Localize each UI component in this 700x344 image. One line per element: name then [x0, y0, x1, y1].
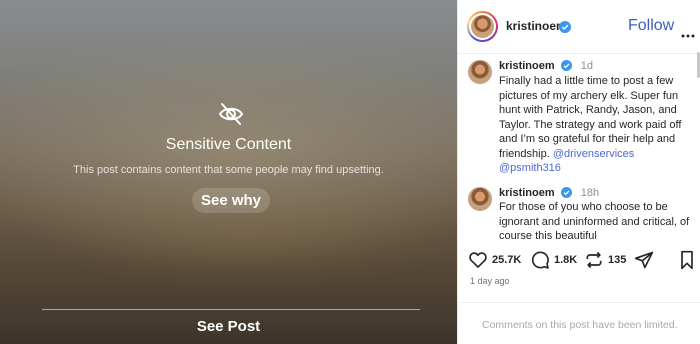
- mention-link[interactable]: @psmith316: [499, 162, 561, 174]
- caption-text: Finally had a little time to post a few …: [499, 74, 695, 176]
- heart-icon: [468, 250, 488, 270]
- eye-slash-icon: [217, 100, 245, 128]
- repost-icon: [584, 250, 604, 270]
- see-why-button[interactable]: See why: [192, 188, 270, 213]
- comment-button[interactable]: 1.8K: [530, 250, 577, 270]
- comment-bubble-icon: [530, 250, 550, 270]
- post-header: kristinoem Follow: [458, 0, 700, 54]
- like-count: 25.7K: [492, 254, 522, 266]
- bookmark-icon: [678, 250, 696, 270]
- comment-username[interactable]: kristinoem: [499, 60, 555, 72]
- more-options-icon[interactable]: [681, 25, 695, 38]
- comment-footer: Comments on this post have been limited.: [458, 302, 700, 344]
- mention-link[interactable]: @drivenservices: [553, 148, 634, 160]
- like-button[interactable]: 25.7K: [468, 250, 521, 270]
- verified-badge-icon: [560, 60, 573, 72]
- comment-timestamp: 1d: [580, 60, 594, 72]
- sensitive-content-description: This post contains content that some peo…: [73, 164, 384, 176]
- comment-count: 1.8K: [554, 254, 578, 266]
- post-media: Sensitive Content This post contains con…: [0, 0, 457, 344]
- post-sidebar: kristinoem Follow kristinoem 1d Finally …: [457, 0, 700, 344]
- verified-badge-icon: [560, 187, 573, 199]
- avatar[interactable]: [467, 11, 498, 42]
- repost-button[interactable]: 135: [584, 250, 626, 270]
- verified-badge-icon: [559, 20, 571, 33]
- comment-timestamp: 18h: [580, 187, 600, 199]
- send-icon: [634, 250, 654, 270]
- repost-count: 135: [608, 254, 627, 266]
- save-button[interactable]: [678, 250, 696, 270]
- comments-list: kristinoem 1d Finally had a little time …: [458, 55, 700, 243]
- follow-button[interactable]: Follow: [628, 17, 674, 35]
- share-button[interactable]: [634, 250, 654, 270]
- action-bar: 25.7K 1.8K 135: [458, 246, 700, 276]
- sensitive-content-title: Sensitive Content: [165, 136, 292, 153]
- divider: [42, 309, 420, 310]
- comments-limited-text: Comments on this post have been limited.: [482, 319, 678, 331]
- comment-text: For those of you who choose to be ignora…: [499, 201, 690, 242]
- comment-username[interactable]: kristinoem: [499, 187, 555, 199]
- sensitive-content-overlay: Sensitive Content This post contains con…: [0, 0, 457, 344]
- see-post-button[interactable]: See Post: [0, 318, 457, 335]
- avatar[interactable]: [468, 187, 492, 211]
- avatar[interactable]: [468, 60, 492, 84]
- post-date: 1 day ago: [470, 276, 510, 286]
- header-username[interactable]: kristinoem: [506, 19, 567, 33]
